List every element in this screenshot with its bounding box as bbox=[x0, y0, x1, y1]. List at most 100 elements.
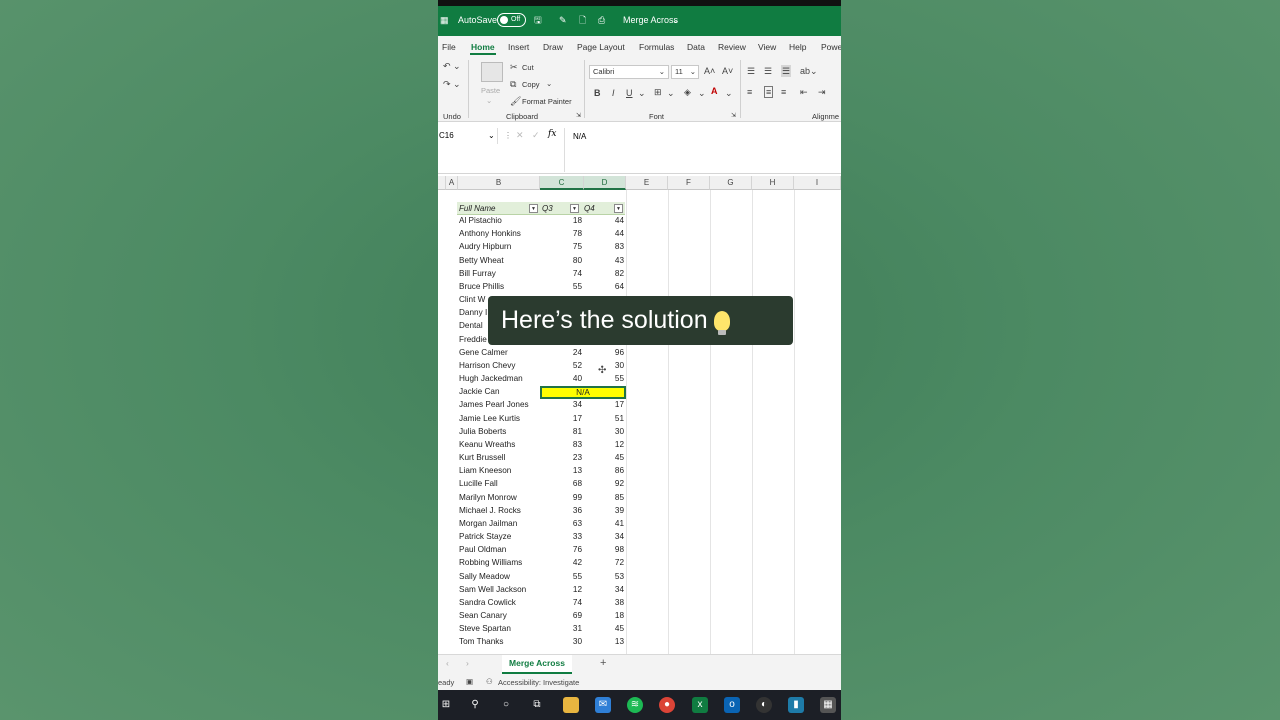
copy-icon[interactable]: ⧉ bbox=[510, 79, 516, 89]
cell-q3[interactable]: 36 bbox=[540, 506, 582, 515]
cell-full-name[interactable]: James Pearl Jones bbox=[459, 400, 529, 409]
outlook-icon[interactable]: o bbox=[724, 697, 740, 713]
tab-review[interactable]: Review bbox=[718, 42, 746, 52]
cell-full-name[interactable]: Freddie bbox=[459, 335, 487, 344]
cell-full-name[interactable]: Audry Hipburn bbox=[459, 242, 511, 251]
search-icon[interactable]: ⚲ bbox=[467, 697, 483, 713]
cell-q4[interactable]: 44 bbox=[582, 216, 624, 225]
cell-q3[interactable]: 34 bbox=[540, 400, 582, 409]
scissors-icon[interactable]: ✂ bbox=[510, 62, 518, 72]
cell-full-name[interactable]: Paul Oldman bbox=[459, 545, 506, 554]
chevron-down-icon[interactable]: ⌄ bbox=[725, 88, 733, 98]
table-row[interactable]: Sam Well Jackson 12 34 bbox=[438, 584, 841, 597]
cell-q4[interactable]: 72 bbox=[582, 558, 624, 567]
column-header-f[interactable]: F bbox=[668, 176, 710, 190]
dialog-launcher-icon[interactable]: ⇲ bbox=[731, 112, 736, 119]
cell-full-name[interactable]: Dental bbox=[459, 321, 483, 330]
table-row[interactable]: Tom Thanks 30 13 bbox=[438, 636, 841, 649]
table-row[interactable]: Paul Oldman 76 98 bbox=[438, 544, 841, 557]
cell-full-name[interactable]: Kurt Brussell bbox=[459, 453, 505, 462]
tab-file[interactable]: File bbox=[442, 42, 456, 52]
cell-q4[interactable]: 45 bbox=[582, 453, 624, 462]
table-row[interactable]: Sandra Cowlick 74 38 bbox=[438, 597, 841, 610]
cell-q3[interactable]: 30 bbox=[540, 637, 582, 646]
table-row[interactable]: Patrick Stayze 33 34 bbox=[438, 531, 841, 544]
table-row[interactable]: Steve Spartan 31 45 bbox=[438, 623, 841, 636]
cell-full-name[interactable]: Sally Meadow bbox=[459, 572, 510, 581]
cell-q3[interactable]: 83 bbox=[540, 440, 582, 449]
select-all-corner[interactable] bbox=[438, 176, 446, 190]
file-explorer-icon[interactable] bbox=[563, 697, 579, 713]
table-row[interactable]: Anthony Honkins 78 44 bbox=[438, 228, 841, 241]
cell-full-name[interactable]: Bill Furray bbox=[459, 269, 496, 278]
cell-full-name[interactable]: Hugh Jackedman bbox=[459, 374, 523, 383]
cell-q4[interactable]: 38 bbox=[582, 598, 624, 607]
table-row[interactable]: Bruce Phillis 55 64 bbox=[438, 281, 841, 294]
accessibility-status[interactable]: Accessibility: Investigate bbox=[498, 678, 579, 687]
new-file-icon[interactable]: 🗋 bbox=[579, 14, 586, 26]
cell-q3[interactable]: 18 bbox=[540, 216, 582, 225]
column-header-a[interactable]: A bbox=[446, 176, 458, 190]
cell-q4[interactable]: 13 bbox=[582, 637, 624, 646]
cell-q4[interactable]: 44 bbox=[582, 229, 624, 238]
copy-button[interactable]: Copy bbox=[522, 80, 540, 89]
excel-taskbar-icon[interactable]: x bbox=[692, 697, 708, 713]
borders-icon[interactable]: ⊞ bbox=[654, 87, 662, 97]
fill-color-icon[interactable]: ◈ bbox=[684, 87, 691, 97]
cell-q4[interactable]: 53 bbox=[582, 572, 624, 581]
table-row[interactable]: Hugh Jackedman 40 55 bbox=[438, 373, 841, 386]
table-row[interactable]: Al Pistachio 18 44 bbox=[438, 215, 841, 228]
increase-font-icon[interactable]: A˄ bbox=[704, 66, 715, 76]
confirm-icon[interactable]: ✓ bbox=[532, 130, 540, 141]
calculator-icon[interactable]: ▦ bbox=[820, 697, 836, 713]
table-row[interactable]: Lucille Fall 68 92 bbox=[438, 478, 841, 491]
table-row[interactable]: Kurt Brussell 23 45 bbox=[438, 452, 841, 465]
cell-full-name[interactable]: Tom Thanks bbox=[459, 637, 503, 646]
chevron-down-icon[interactable]: ⌄ bbox=[672, 14, 680, 26]
cell-full-name[interactable]: Harrison Chevy bbox=[459, 361, 515, 370]
align-middle-icon[interactable]: ☰ bbox=[764, 66, 772, 76]
cell-full-name[interactable]: Betty Wheat bbox=[459, 256, 504, 265]
save-icon[interactable]: 🖫 bbox=[534, 14, 542, 26]
cell-q4[interactable]: 85 bbox=[582, 493, 624, 502]
spreadsheet-grid[interactable]: A B C D E F G H I Full Name ▼ Q3 ▼ Q4 ▼ … bbox=[438, 174, 841, 660]
accessibility-icon[interactable]: ⚇ bbox=[486, 677, 493, 686]
paste-label[interactable]: Paste bbox=[481, 86, 500, 95]
cell-q4[interactable]: 98 bbox=[582, 545, 624, 554]
cell-q4[interactable]: 12 bbox=[582, 440, 624, 449]
cell-full-name[interactable]: Jackie Can bbox=[459, 387, 500, 396]
filter-dropdown-icon[interactable]: ▼ bbox=[529, 204, 538, 213]
cell-q4[interactable]: 18 bbox=[582, 611, 624, 620]
cut-button[interactable]: Cut bbox=[522, 63, 534, 72]
cell-q3[interactable]: 13 bbox=[540, 466, 582, 475]
cell-q4[interactable]: 43 bbox=[582, 256, 624, 265]
app-icon[interactable]: ◐ bbox=[756, 697, 772, 713]
table-row[interactable]: Betty Wheat 80 43 bbox=[438, 255, 841, 268]
align-top-icon[interactable]: ☰ bbox=[747, 66, 755, 76]
table-row[interactable]: Michael J. Rocks 36 39 bbox=[438, 505, 841, 518]
cancel-icon[interactable]: ✕ bbox=[516, 130, 524, 141]
column-header-h[interactable]: H bbox=[752, 176, 794, 190]
add-sheet-icon[interactable]: + bbox=[600, 657, 606, 669]
scroll-right-icon[interactable]: › bbox=[466, 658, 469, 668]
cell-q3[interactable]: 63 bbox=[540, 519, 582, 528]
chevron-down-icon[interactable]: ⌄ bbox=[546, 79, 552, 88]
cell-q3[interactable]: 74 bbox=[540, 269, 582, 278]
cell-q3[interactable]: 40 bbox=[540, 374, 582, 383]
table-row[interactable]: Jackie Can N/A bbox=[438, 386, 841, 400]
cell-q4[interactable]: 86 bbox=[582, 466, 624, 475]
column-header-b[interactable]: B bbox=[458, 176, 540, 190]
tab-home[interactable]: Home bbox=[471, 42, 495, 52]
cell-full-name[interactable]: Bruce Phillis bbox=[459, 282, 504, 291]
formula-input[interactable]: N/A bbox=[564, 128, 841, 172]
sheet-tab-merge-across[interactable]: Merge Across bbox=[502, 655, 572, 674]
filter-dropdown-icon[interactable]: ▼ bbox=[570, 204, 579, 213]
table-row[interactable]: Gene Calmer 24 96 bbox=[438, 347, 841, 360]
cell-q3[interactable]: 69 bbox=[540, 611, 582, 620]
document-title[interactable]: Merge Across bbox=[623, 14, 678, 26]
cell-q4[interactable]: 17 bbox=[582, 400, 624, 409]
cell-q3[interactable]: 17 bbox=[540, 414, 582, 423]
cell-q3[interactable]: 76 bbox=[540, 545, 582, 554]
cell-full-name[interactable]: Liam Kneeson bbox=[459, 466, 511, 475]
cell-full-name[interactable]: Robbing Williams bbox=[459, 558, 522, 567]
